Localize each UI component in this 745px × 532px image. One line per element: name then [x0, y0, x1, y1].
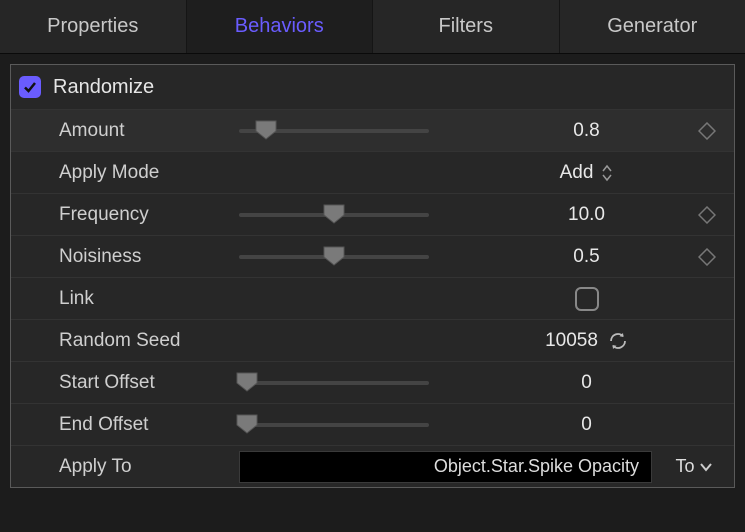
behavior-panel: Randomize Amount 0.8 Apply Mode Add: [10, 64, 735, 488]
end-offset-value[interactable]: 0: [581, 414, 592, 436]
check-icon: [22, 79, 38, 95]
keyframe-icon[interactable]: [698, 248, 716, 266]
apply-to-field[interactable]: Object.Star.Spike Opacity: [239, 451, 652, 483]
param-label: Link: [59, 288, 239, 310]
noisiness-slider[interactable]: [239, 255, 439, 259]
end-offset-slider[interactable]: [239, 423, 439, 427]
tab-behaviors[interactable]: Behaviors: [187, 0, 374, 53]
param-row-apply-to: Apply To Object.Star.Spike Opacity To: [11, 445, 734, 487]
param-label: Start Offset: [59, 372, 239, 394]
group-header-randomize: Randomize: [11, 65, 734, 109]
link-checkbox[interactable]: [575, 287, 599, 311]
apply-mode-value[interactable]: Add: [560, 162, 594, 184]
regenerate-icon[interactable]: [608, 331, 628, 351]
random-seed-value[interactable]: 10058: [545, 330, 598, 352]
param-row-link: Link: [11, 277, 734, 319]
inspector-tabs: Properties Behaviors Filters Generator: [0, 0, 745, 54]
param-label: End Offset: [59, 414, 239, 436]
tab-filters[interactable]: Filters: [373, 0, 560, 53]
param-label: Frequency: [59, 204, 239, 226]
param-row-apply-mode: Apply Mode Add: [11, 151, 734, 193]
param-label: Apply To: [59, 456, 239, 478]
frequency-slider[interactable]: [239, 213, 439, 217]
slider-thumb-icon[interactable]: [236, 414, 258, 434]
tab-generator[interactable]: Generator: [560, 0, 745, 53]
slider-thumb-icon[interactable]: [255, 120, 277, 140]
slider-thumb-icon[interactable]: [323, 204, 345, 224]
amount-value[interactable]: 0.8: [573, 120, 599, 142]
keyframe-icon[interactable]: [698, 206, 716, 224]
param-label: Random Seed: [59, 330, 239, 352]
chevron-down-icon: [699, 462, 713, 472]
param-row-amount: Amount 0.8: [11, 109, 734, 151]
slider-thumb-icon[interactable]: [236, 372, 258, 392]
apply-to-menu-button[interactable]: To: [662, 451, 726, 483]
param-row-noisiness: Noisiness 0.5: [11, 235, 734, 277]
param-label: Noisiness: [59, 246, 239, 268]
apply-to-value: Object.Star.Spike Opacity: [434, 456, 639, 477]
updown-caret-icon[interactable]: [601, 164, 613, 182]
param-row-frequency: Frequency 10.0: [11, 193, 734, 235]
start-offset-value[interactable]: 0: [581, 372, 592, 394]
param-label: Apply Mode: [59, 162, 239, 184]
param-label: Amount: [59, 120, 239, 142]
param-row-random-seed: Random Seed 10058: [11, 319, 734, 361]
enable-checkbox[interactable]: [19, 76, 41, 98]
group-title: Randomize: [53, 76, 154, 99]
noisiness-value[interactable]: 0.5: [573, 246, 599, 268]
param-row-end-offset: End Offset 0: [11, 403, 734, 445]
frequency-value[interactable]: 10.0: [568, 204, 605, 226]
tab-properties[interactable]: Properties: [0, 0, 187, 53]
keyframe-icon[interactable]: [698, 122, 716, 140]
amount-slider[interactable]: [239, 129, 439, 133]
slider-thumb-icon[interactable]: [323, 246, 345, 266]
param-row-start-offset: Start Offset 0: [11, 361, 734, 403]
start-offset-slider[interactable]: [239, 381, 439, 385]
